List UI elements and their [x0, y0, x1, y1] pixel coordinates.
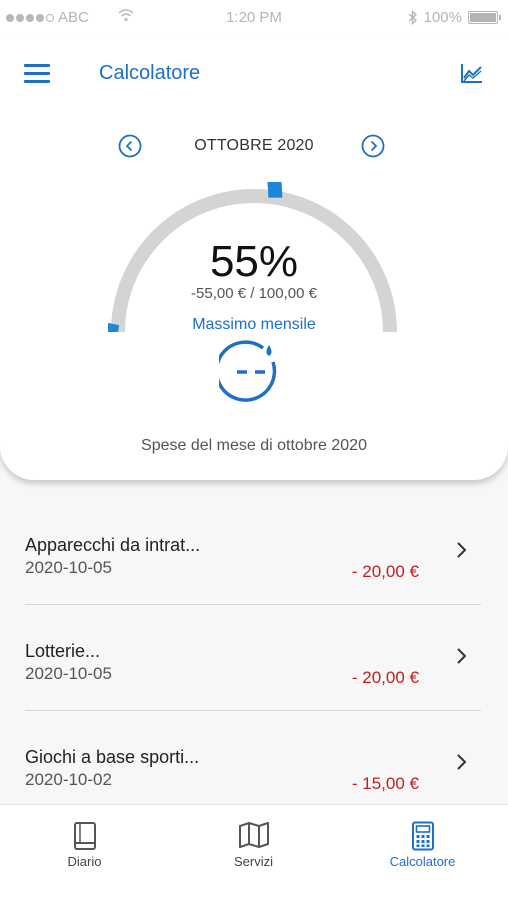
item-date: 2020-10-05: [25, 558, 112, 577]
status-bar: ABC 1:20 PM 100%: [0, 0, 508, 36]
battery-icon: [468, 11, 501, 24]
tab-label: Calcolatore: [389, 854, 456, 869]
list-item[interactable]: Lotterie... 2020-10-05 - 20,00 €: [0, 586, 508, 692]
percent-value: 55%: [209, 237, 299, 286]
month-label: OTTOBRE 2020: [194, 137, 314, 154]
item-name: Giochi a base sporti...: [25, 747, 200, 767]
menu-button[interactable]: [24, 64, 50, 84]
page-title: Calcolatore: [99, 62, 201, 84]
chevron-right-icon: [457, 648, 467, 664]
chevron-right-icon: [457, 542, 467, 558]
status-right: 100%: [408, 9, 501, 26]
spent-amount: -55,00 € / 100,00 €: [191, 285, 317, 302]
book-icon: [73, 822, 96, 850]
item-amount: - 20,00 €: [351, 668, 419, 687]
month-caption: Spese del mese di ottobre 2020: [141, 437, 367, 454]
tab-servizi[interactable]: Servizi: [169, 805, 338, 900]
map-icon: [238, 822, 269, 848]
item-name: Apparecchi da intrat...: [25, 535, 201, 555]
summary-card: Calcolatore OTTOBRE 2020 55% -55,00 € / …: [0, 36, 508, 480]
bottom-navigation: Diario Servizi Calcolatore: [0, 804, 508, 900]
item-name: Lotterie...: [25, 641, 101, 661]
list-item[interactable]: Giochi a base sporti... 2020-10-02 - 15,…: [0, 692, 508, 798]
monthly-limit-link[interactable]: Massimo mensile: [0, 316, 508, 334]
item-date: 2020-10-02: [25, 770, 112, 789]
calculator-icon: [411, 821, 434, 851]
month-selector: OTTOBRE 2020: [0, 132, 508, 162]
tab-label: Servizi: [233, 854, 273, 869]
worried-face-icon: [219, 340, 277, 402]
tab-calcolatore[interactable]: Calcolatore: [338, 805, 507, 900]
next-month-button[interactable]: [361, 134, 385, 158]
bluetooth-icon: [408, 10, 417, 25]
tab-label: Diario: [67, 854, 102, 869]
battery-percent: 100%: [423, 9, 462, 26]
item-amount: - 20,00 €: [351, 562, 419, 581]
chart-icon[interactable]: [460, 62, 484, 84]
item-amount: - 15,00 €: [351, 774, 419, 793]
tab-diario[interactable]: Diario: [0, 805, 169, 900]
chevron-right-icon: [457, 754, 467, 770]
list-item[interactable]: Apparecchi da intrat... 2020-10-05 - 20,…: [0, 480, 508, 586]
item-date: 2020-10-05: [25, 664, 112, 683]
